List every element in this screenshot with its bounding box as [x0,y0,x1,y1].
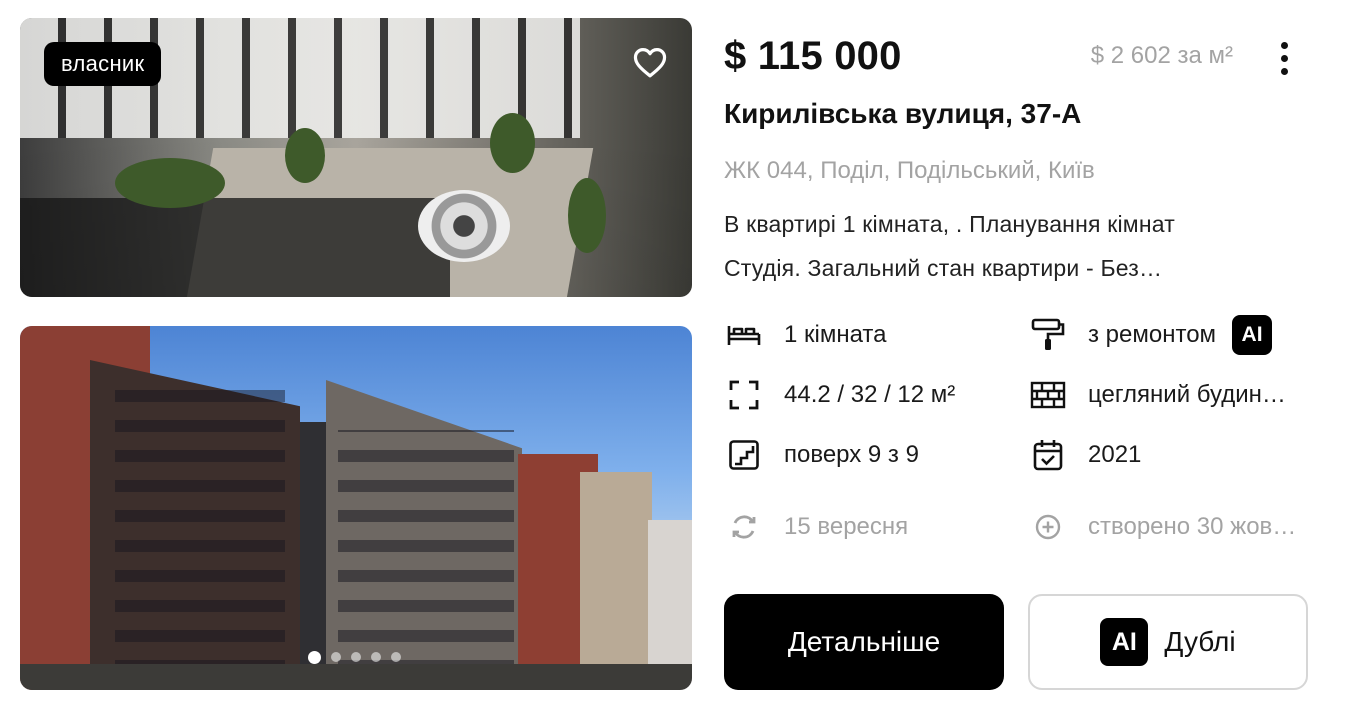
feature-condition-text: з ремонтом [1088,321,1217,348]
gallery-dot[interactable] [351,652,361,662]
duplicates-button[interactable]: AI Дублі [1028,594,1308,690]
photo-tree [490,113,535,173]
feature-updated: 15 вересня [724,507,1014,547]
heart-icon [633,48,667,78]
photo-shadow [20,198,450,297]
feature-year: 2021 [1028,435,1318,475]
price-per-sqm: $ 2 602 за м² [1090,42,1233,69]
listing-description: В квартирі 1 кімната, . Планування кімна… [724,202,1284,290]
feature-building-type-text: цегляний будин… [1088,381,1286,408]
listing-address[interactable]: Кирилівська вулиця, 37-А [724,98,1081,130]
feature-condition: з ремонтом AI [1028,315,1318,355]
feature-created-text: створено 30 жов… [1088,513,1297,540]
feature-floor: поверх 9 з 9 [724,435,1014,475]
brick-wall-icon [1028,375,1068,415]
gallery-pagination [308,650,401,664]
gallery-dot[interactable] [331,652,341,662]
listing-photo-2[interactable] [20,326,692,690]
feature-area: 44.2 / 32 / 12 м² [724,375,1014,415]
description-line: Студія. Загальний стан квартири - Без… [724,255,1163,281]
calendar-check-icon [1028,435,1068,475]
refresh-icon [724,507,764,547]
photo-fountain [418,190,510,262]
feature-building-type: цегляний будин… [1028,375,1306,415]
feature-area-text: 44.2 / 32 / 12 м² [784,381,956,408]
paint-roller-icon [1028,315,1068,355]
feature-updated-text: 15 вересня [784,513,909,540]
feature-year-text: 2021 [1088,441,1142,468]
listing-price: $ 115 000 [724,34,902,78]
photo-building [300,422,330,690]
gallery-dot[interactable] [391,652,401,662]
feature-created: створено 30 жов… [1028,507,1306,547]
listing-location: ЖК 044, Поділ, Подільський, Київ [724,157,1095,184]
gallery-dot[interactable] [371,652,381,662]
ai-badge: AI [1232,315,1273,355]
stairs-icon [724,435,764,475]
feature-rooms: 1 кімната [724,315,1014,355]
owner-badge: власник [44,42,162,86]
photo-tree [285,128,325,183]
details-button[interactable]: Детальніше [724,594,1004,690]
feature-floor-text: поверх 9 з 9 [784,441,919,468]
gallery-dot[interactable] [308,650,321,664]
favorite-button[interactable] [628,40,672,84]
feature-rooms-text: 1 кімната [784,321,887,348]
photo-windows [115,390,285,690]
more-vertical-icon [1280,41,1288,49]
ai-badge: AI [1100,618,1149,666]
photo-building [580,472,652,690]
area-frame-icon [724,375,764,415]
photo-street [20,664,692,690]
more-options-button[interactable] [1270,38,1298,78]
description-line: В квартирі 1 кімната, . Планування кімна… [724,211,1175,237]
plus-circle-icon [1028,507,1068,547]
bed-icon [724,315,764,355]
photo-windows [338,430,514,690]
photo-tree [115,158,225,208]
photo-tree [568,178,606,253]
duplicates-button-label: Дублі [1164,626,1236,657]
